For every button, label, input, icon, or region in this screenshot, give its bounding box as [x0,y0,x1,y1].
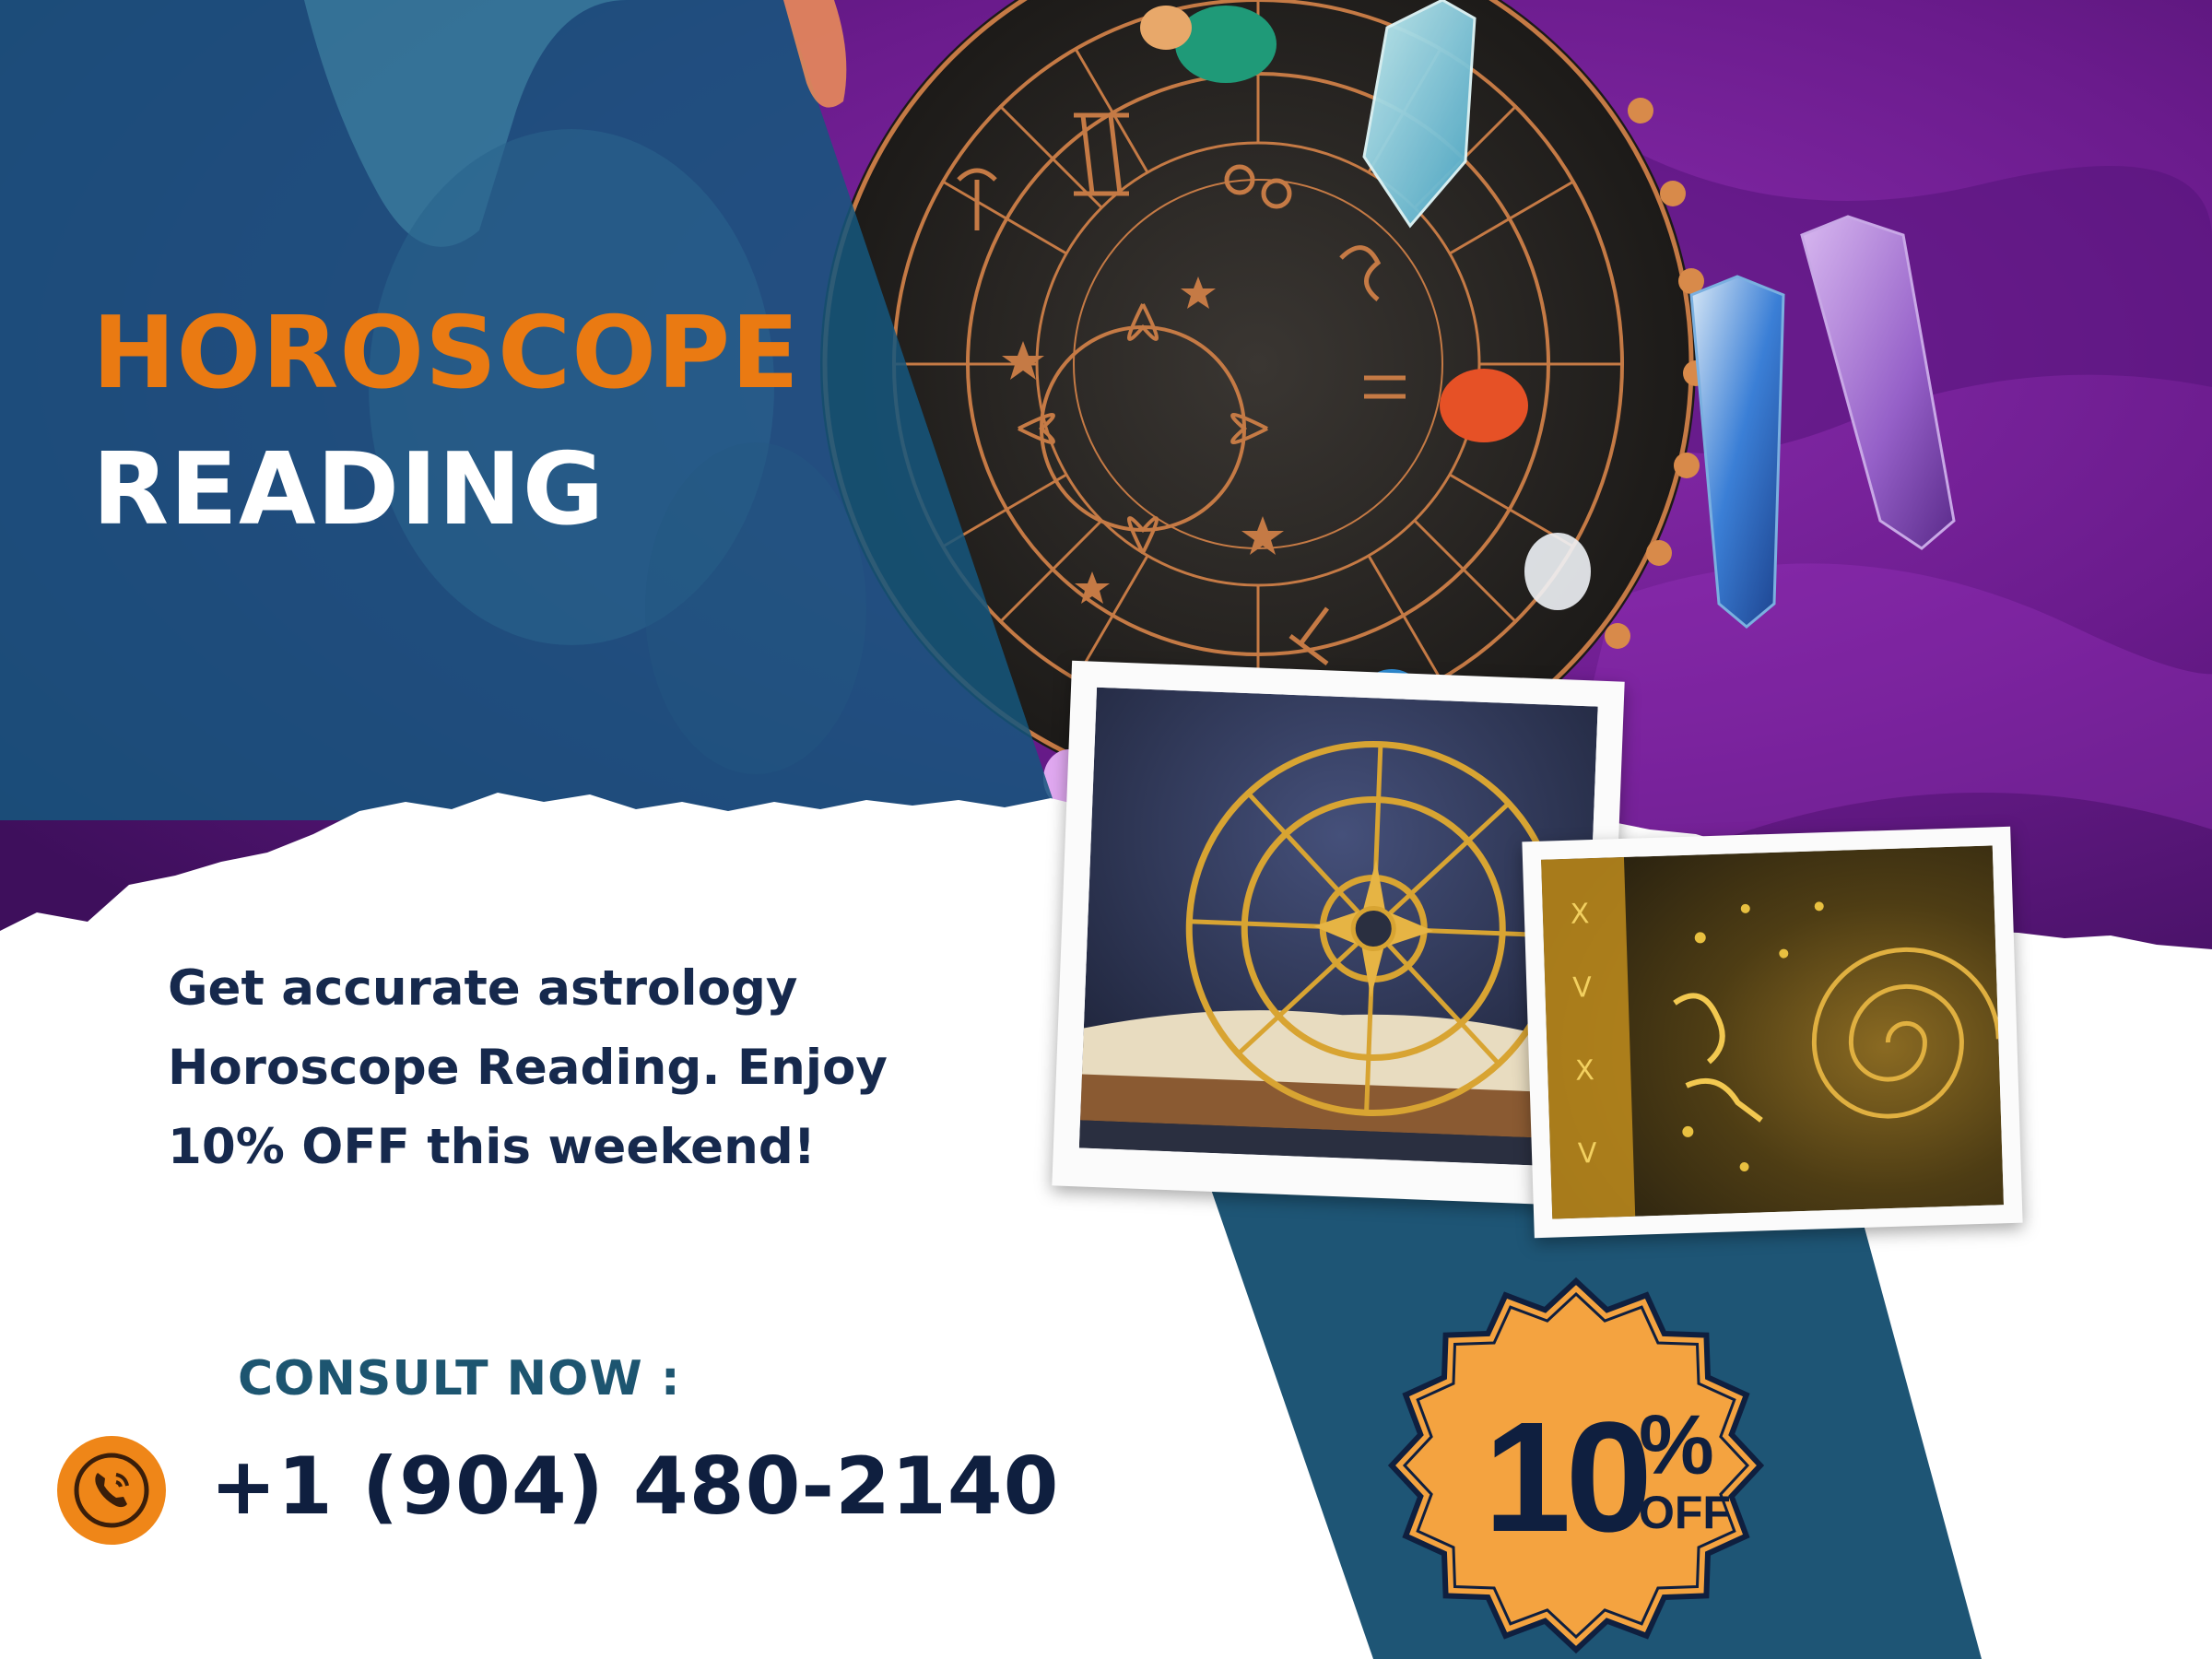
tagline-line-2: Horoscope Reading. Enjoy [168,1040,888,1096]
consult-now-label: CONSULT NOW : [238,1351,681,1406]
phone-call-icon[interactable] [57,1436,166,1545]
phone-number[interactable]: +1 (904) 480-2140 [210,1440,1059,1535]
tagline: Get accurate astrology Horoscope Reading… [168,949,997,1187]
svg-text:V: V [1572,971,1593,1005]
badge-percent-symbol: % [1639,1398,1714,1492]
photo-zodiac-spiral-clock: X V X V [1522,826,2023,1239]
discount-badge: 10 % OFF [1382,1272,1770,1659]
headline-horoscope: HOROSCOPE [92,296,800,411]
badge-off-label: OFF [1639,1487,1731,1538]
promo-poster: HOROSCOPE READING Get accurate astrology… [0,0,2212,1659]
badge-percent-value: 10 [1484,1390,1653,1565]
tagline-line-1: Get accurate astrology [168,960,798,1017]
svg-text:X: X [1570,898,1590,931]
svg-text:X: X [1575,1054,1595,1088]
svg-text:V: V [1577,1137,1597,1171]
headline-reading: READING [92,432,606,547]
tagline-line-3: 10% OFF this weekend! [168,1119,816,1175]
